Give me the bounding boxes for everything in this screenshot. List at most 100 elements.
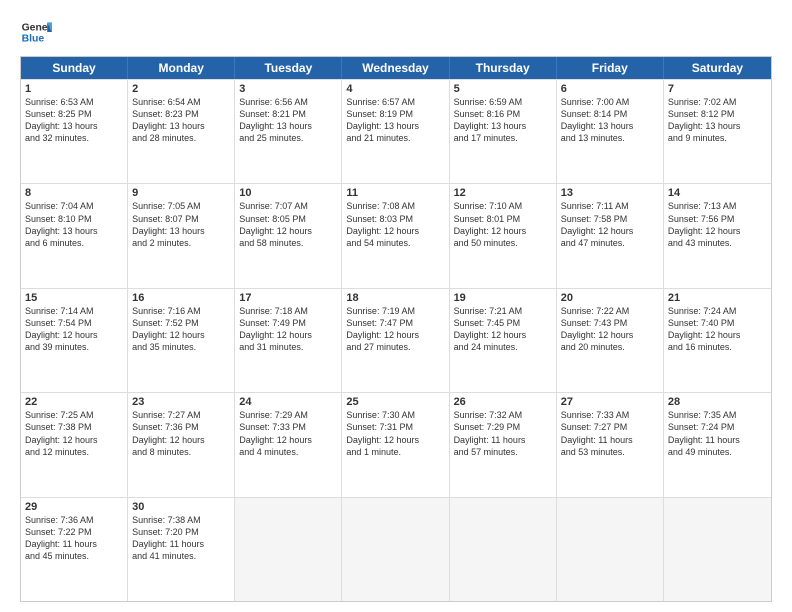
day-cell-10: 10Sunrise: 7:07 AMSunset: 8:05 PMDayligh…	[235, 184, 342, 287]
day-cell-19: 19Sunrise: 7:21 AMSunset: 7:45 PMDayligh…	[450, 289, 557, 392]
day-info: Sunrise: 7:07 AMSunset: 8:05 PMDaylight:…	[239, 200, 337, 249]
week-row-2: 8Sunrise: 7:04 AMSunset: 8:10 PMDaylight…	[21, 183, 771, 287]
day-cell-9: 9Sunrise: 7:05 AMSunset: 8:07 PMDaylight…	[128, 184, 235, 287]
day-number: 10	[239, 187, 337, 199]
day-number: 20	[561, 292, 659, 304]
week-row-1: 1Sunrise: 6:53 AMSunset: 8:25 PMDaylight…	[21, 79, 771, 183]
day-number: 1	[25, 83, 123, 95]
day-info: Sunrise: 7:18 AMSunset: 7:49 PMDaylight:…	[239, 305, 337, 354]
day-number: 7	[668, 83, 767, 95]
day-info: Sunrise: 7:04 AMSunset: 8:10 PMDaylight:…	[25, 200, 123, 249]
day-cell-23: 23Sunrise: 7:27 AMSunset: 7:36 PMDayligh…	[128, 393, 235, 496]
day-info: Sunrise: 7:27 AMSunset: 7:36 PMDaylight:…	[132, 409, 230, 458]
day-cell-11: 11Sunrise: 7:08 AMSunset: 8:03 PMDayligh…	[342, 184, 449, 287]
day-of-week-tuesday: Tuesday	[235, 57, 342, 79]
day-number: 21	[668, 292, 767, 304]
day-cell-28: 28Sunrise: 7:35 AMSunset: 7:24 PMDayligh…	[664, 393, 771, 496]
empty-cell	[235, 498, 342, 601]
day-info: Sunrise: 6:54 AMSunset: 8:23 PMDaylight:…	[132, 96, 230, 145]
day-info: Sunrise: 6:56 AMSunset: 8:21 PMDaylight:…	[239, 96, 337, 145]
day-cell-16: 16Sunrise: 7:16 AMSunset: 7:52 PMDayligh…	[128, 289, 235, 392]
day-info: Sunrise: 7:24 AMSunset: 7:40 PMDaylight:…	[668, 305, 767, 354]
day-info: Sunrise: 7:38 AMSunset: 7:20 PMDaylight:…	[132, 514, 230, 563]
logo: General Blue	[20, 16, 56, 48]
day-number: 9	[132, 187, 230, 199]
day-info: Sunrise: 7:10 AMSunset: 8:01 PMDaylight:…	[454, 200, 552, 249]
day-of-week-sunday: Sunday	[21, 57, 128, 79]
day-cell-17: 17Sunrise: 7:18 AMSunset: 7:49 PMDayligh…	[235, 289, 342, 392]
day-cell-14: 14Sunrise: 7:13 AMSunset: 7:56 PMDayligh…	[664, 184, 771, 287]
header: General Blue	[20, 16, 772, 48]
day-number: 26	[454, 396, 552, 408]
day-info: Sunrise: 7:05 AMSunset: 8:07 PMDaylight:…	[132, 200, 230, 249]
day-info: Sunrise: 6:57 AMSunset: 8:19 PMDaylight:…	[346, 96, 444, 145]
empty-cell	[557, 498, 664, 601]
day-number: 8	[25, 187, 123, 199]
day-cell-6: 6Sunrise: 7:00 AMSunset: 8:14 PMDaylight…	[557, 80, 664, 183]
day-cell-20: 20Sunrise: 7:22 AMSunset: 7:43 PMDayligh…	[557, 289, 664, 392]
day-of-week-thursday: Thursday	[450, 57, 557, 79]
day-number: 12	[454, 187, 552, 199]
day-of-week-monday: Monday	[128, 57, 235, 79]
day-info: Sunrise: 7:00 AMSunset: 8:14 PMDaylight:…	[561, 96, 659, 145]
day-cell-12: 12Sunrise: 7:10 AMSunset: 8:01 PMDayligh…	[450, 184, 557, 287]
day-cell-29: 29Sunrise: 7:36 AMSunset: 7:22 PMDayligh…	[21, 498, 128, 601]
day-cell-7: 7Sunrise: 7:02 AMSunset: 8:12 PMDaylight…	[664, 80, 771, 183]
day-info: Sunrise: 7:36 AMSunset: 7:22 PMDaylight:…	[25, 514, 123, 563]
day-number: 27	[561, 396, 659, 408]
day-cell-21: 21Sunrise: 7:24 AMSunset: 7:40 PMDayligh…	[664, 289, 771, 392]
day-cell-15: 15Sunrise: 7:14 AMSunset: 7:54 PMDayligh…	[21, 289, 128, 392]
empty-cell	[342, 498, 449, 601]
day-cell-13: 13Sunrise: 7:11 AMSunset: 7:58 PMDayligh…	[557, 184, 664, 287]
day-info: Sunrise: 7:16 AMSunset: 7:52 PMDaylight:…	[132, 305, 230, 354]
day-number: 3	[239, 83, 337, 95]
day-cell-24: 24Sunrise: 7:29 AMSunset: 7:33 PMDayligh…	[235, 393, 342, 496]
day-info: Sunrise: 7:02 AMSunset: 8:12 PMDaylight:…	[668, 96, 767, 145]
day-info: Sunrise: 6:59 AMSunset: 8:16 PMDaylight:…	[454, 96, 552, 145]
day-info: Sunrise: 6:53 AMSunset: 8:25 PMDaylight:…	[25, 96, 123, 145]
page: General Blue SundayMondayTuesdayWednesda…	[0, 0, 792, 612]
day-number: 29	[25, 501, 123, 513]
day-number: 25	[346, 396, 444, 408]
day-info: Sunrise: 7:08 AMSunset: 8:03 PMDaylight:…	[346, 200, 444, 249]
day-number: 11	[346, 187, 444, 199]
day-of-week-saturday: Saturday	[664, 57, 771, 79]
day-number: 5	[454, 83, 552, 95]
day-info: Sunrise: 7:30 AMSunset: 7:31 PMDaylight:…	[346, 409, 444, 458]
day-of-week-friday: Friday	[557, 57, 664, 79]
day-number: 19	[454, 292, 552, 304]
day-cell-26: 26Sunrise: 7:32 AMSunset: 7:29 PMDayligh…	[450, 393, 557, 496]
empty-cell	[664, 498, 771, 601]
day-info: Sunrise: 7:29 AMSunset: 7:33 PMDaylight:…	[239, 409, 337, 458]
day-cell-3: 3Sunrise: 6:56 AMSunset: 8:21 PMDaylight…	[235, 80, 342, 183]
day-info: Sunrise: 7:13 AMSunset: 7:56 PMDaylight:…	[668, 200, 767, 249]
day-number: 18	[346, 292, 444, 304]
day-info: Sunrise: 7:32 AMSunset: 7:29 PMDaylight:…	[454, 409, 552, 458]
calendar: SundayMondayTuesdayWednesdayThursdayFrid…	[20, 56, 772, 602]
calendar-header: SundayMondayTuesdayWednesdayThursdayFrid…	[21, 57, 771, 79]
day-info: Sunrise: 7:14 AMSunset: 7:54 PMDaylight:…	[25, 305, 123, 354]
day-number: 4	[346, 83, 444, 95]
day-info: Sunrise: 7:21 AMSunset: 7:45 PMDaylight:…	[454, 305, 552, 354]
week-row-3: 15Sunrise: 7:14 AMSunset: 7:54 PMDayligh…	[21, 288, 771, 392]
day-info: Sunrise: 7:35 AMSunset: 7:24 PMDaylight:…	[668, 409, 767, 458]
day-info: Sunrise: 7:33 AMSunset: 7:27 PMDaylight:…	[561, 409, 659, 458]
day-number: 28	[668, 396, 767, 408]
day-cell-18: 18Sunrise: 7:19 AMSunset: 7:47 PMDayligh…	[342, 289, 449, 392]
day-number: 14	[668, 187, 767, 199]
day-cell-2: 2Sunrise: 6:54 AMSunset: 8:23 PMDaylight…	[128, 80, 235, 183]
day-info: Sunrise: 7:25 AMSunset: 7:38 PMDaylight:…	[25, 409, 123, 458]
day-cell-27: 27Sunrise: 7:33 AMSunset: 7:27 PMDayligh…	[557, 393, 664, 496]
day-cell-4: 4Sunrise: 6:57 AMSunset: 8:19 PMDaylight…	[342, 80, 449, 183]
day-number: 30	[132, 501, 230, 513]
day-of-week-wednesday: Wednesday	[342, 57, 449, 79]
calendar-body: 1Sunrise: 6:53 AMSunset: 8:25 PMDaylight…	[21, 79, 771, 601]
day-info: Sunrise: 7:11 AMSunset: 7:58 PMDaylight:…	[561, 200, 659, 249]
day-number: 16	[132, 292, 230, 304]
day-number: 15	[25, 292, 123, 304]
svg-text:Blue: Blue	[22, 34, 45, 45]
day-number: 13	[561, 187, 659, 199]
day-cell-5: 5Sunrise: 6:59 AMSunset: 8:16 PMDaylight…	[450, 80, 557, 183]
day-number: 24	[239, 396, 337, 408]
day-number: 6	[561, 83, 659, 95]
